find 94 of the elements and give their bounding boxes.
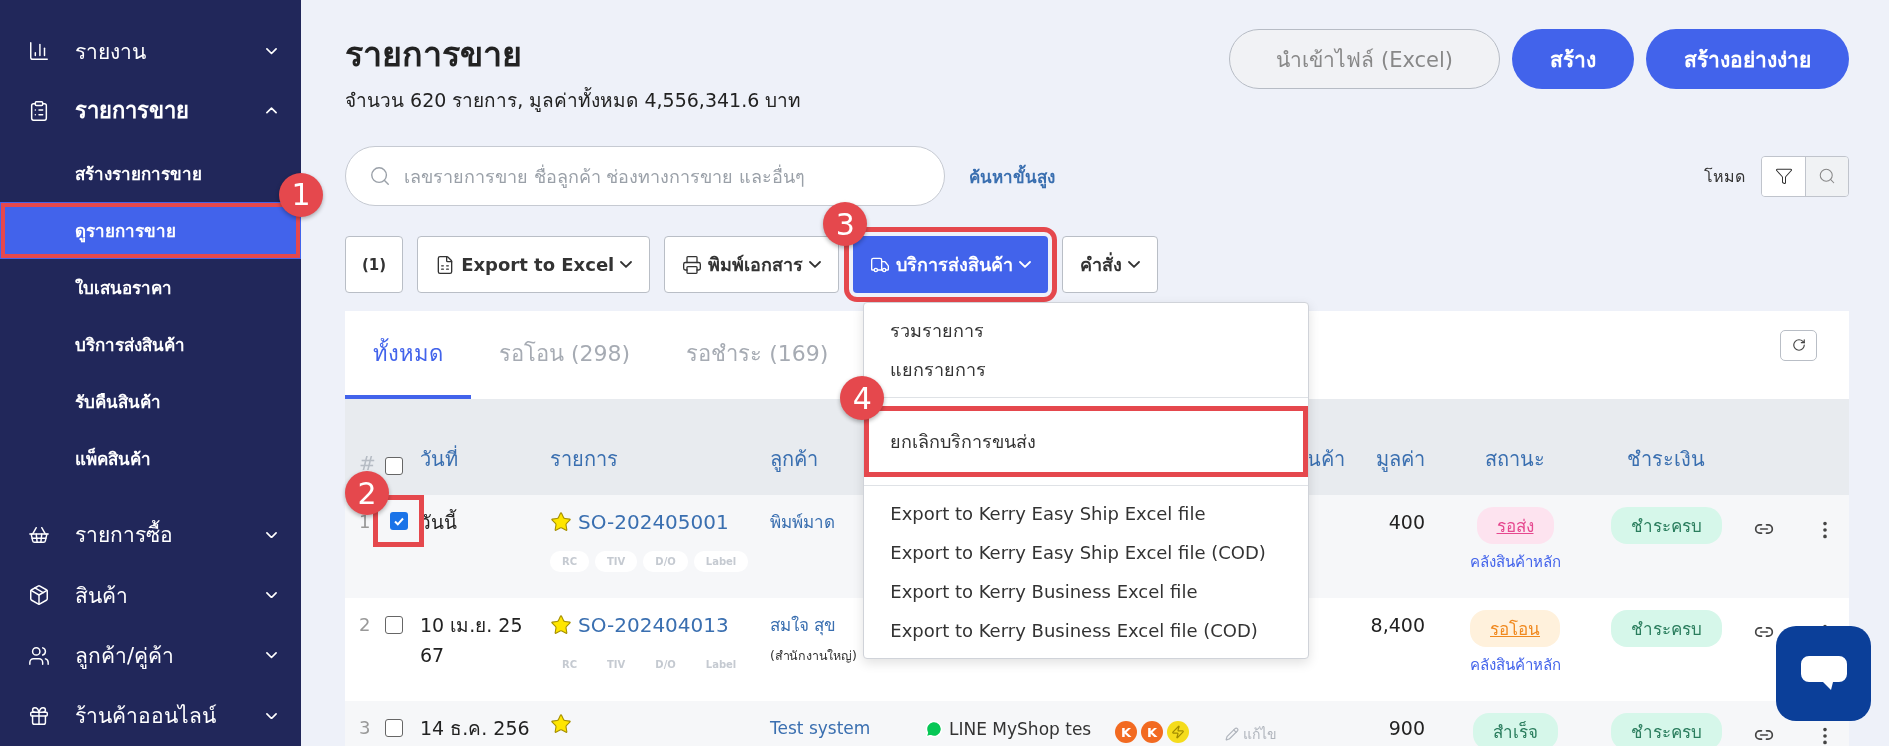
menu-item[interactable]: Export to Kerry Easy Ship Excel file — [864, 494, 1309, 533]
amount-text: 8,400 — [1370, 613, 1425, 638]
warehouse-text: คลังสินค้าหลัก — [1469, 552, 1561, 573]
column-header: สถานะ — [1485, 446, 1545, 473]
payment-badge: ชำระครบ — [1610, 713, 1722, 746]
checkbox[interactable] — [385, 719, 403, 737]
advanced-search-link[interactable]: ค้นหาขั้นสูง — [969, 162, 1055, 190]
chevron-icon — [1128, 260, 1141, 269]
pencil-icon — [1225, 727, 1239, 741]
warehouse-text: คลังสินค้าหลัก — [1469, 655, 1561, 676]
date-text: 14 ธ.ค. 256 — [420, 716, 531, 741]
star-icon[interactable] — [550, 614, 572, 636]
column-header: ลูกค้า — [770, 446, 818, 474]
checkbox[interactable] — [385, 457, 403, 475]
step-badge: 2 — [345, 471, 389, 515]
row-number: 2 — [358, 613, 371, 637]
menu-icon — [28, 99, 50, 122]
chevron-icon — [266, 652, 277, 659]
menu-item[interactable]: Export to Kerry Easy Ship Excel file (COD) — [864, 533, 1309, 572]
sidebar-subitem[interactable]: ใบเสนอราคา — [0, 258, 172, 316]
filter-button[interactable] — [1762, 156, 1805, 196]
toolbar-button[interactable]: Export to Excel — [417, 236, 651, 293]
toolbar-button[interactable]: คำสั่ง — [1062, 236, 1159, 293]
amount-text: 900 — [1388, 716, 1425, 741]
import-button[interactable]: นำเข้าไฟล์ (Excel) — [1229, 29, 1500, 89]
refresh-button[interactable] — [1780, 329, 1817, 361]
refresh-icon — [1791, 338, 1806, 352]
checkmark-icon — [392, 515, 405, 527]
menu-icon — [28, 584, 50, 607]
sidebar-item[interactable]: รายการซื้อ — [0, 504, 301, 566]
column-header: รายการ — [550, 446, 618, 473]
create-button[interactable]: สร้าง — [1512, 29, 1634, 89]
menu-icon — [28, 644, 50, 667]
sidebar-item[interactable]: รายการขาย — [0, 76, 301, 145]
sidebar-subitem[interactable]: รับคืนสินค้า — [0, 372, 161, 430]
filter-icon — [1774, 167, 1793, 185]
row-number: 3 — [358, 716, 371, 740]
menu-item[interactable]: รวมรายการ — [864, 311, 1309, 350]
chevron-icon — [620, 260, 633, 269]
customer-link[interactable]: Test system — [770, 713, 871, 743]
column-header: นค้า — [1307, 446, 1345, 473]
order-link[interactable]: SO-202405001 — [578, 507, 729, 537]
column-header: มูลค่า — [1376, 446, 1425, 474]
menu-item[interactable]: Export to Kerry Business Excel file — [864, 572, 1309, 611]
chat-app-icon — [925, 720, 943, 738]
sidebar-subitem[interactable]: สร้างรายการขาย — [0, 144, 202, 202]
star-icon[interactable] — [550, 511, 572, 533]
chevron-icon — [266, 591, 277, 599]
summary-text: จำนวน 620 รายการ, มูลค่าทั้งหมด 4,556,341.6 บาท — [345, 87, 802, 113]
order-link[interactable]: SO-202404013 — [578, 610, 729, 640]
toolbar-button[interactable]: พิมพ์เอกสาร — [664, 236, 840, 293]
carrier-logo: K — [1115, 721, 1137, 743]
search-field[interactable]: เลขรายการขาย ชื่อลูกค้า ช่องทางการขาย และอื่นๆ — [345, 146, 945, 206]
chevron-icon — [266, 107, 277, 114]
page-title: รายการขาย — [345, 33, 523, 75]
branch-text: (สำนักงานใหญ่) — [770, 647, 857, 665]
chevron-icon — [266, 48, 277, 55]
customer-link[interactable]: สมใจ สุข — [770, 610, 837, 640]
chat-button[interactable] — [1776, 626, 1871, 721]
checkbox[interactable] — [389, 512, 408, 530]
star-icon[interactable] — [550, 713, 572, 735]
status-badge[interactable]: รอส่ง — [1476, 507, 1554, 544]
column-header: ชำระเงิน — [1627, 446, 1705, 473]
chevron-icon — [266, 531, 277, 539]
carrier-logo: K — [1141, 721, 1163, 743]
channel-name: LINE MyShop tes — [949, 719, 1092, 739]
checkbox[interactable] — [385, 616, 403, 634]
printer-icon — [682, 254, 703, 275]
search-icon — [1818, 167, 1836, 185]
status-badge[interactable]: สำเร็จ — [1472, 713, 1558, 746]
amount-text: 400 — [1388, 510, 1425, 535]
chevron-icon — [809, 260, 822, 269]
mode-label: โหมด — [1704, 165, 1745, 188]
customer-link[interactable]: พิมพ์มาด — [770, 507, 835, 537]
menu-icon — [28, 704, 50, 727]
sidebar-subitem[interactable]: บริการส่งสินค้า — [0, 315, 185, 373]
create-button[interactable]: สร้างอย่างง่าย — [1646, 29, 1849, 89]
column-header: วันที่ — [420, 444, 458, 473]
date-text: วันนี้ — [420, 508, 458, 535]
menu-item[interactable]: Export to Kerry Business Excel file (COD) — [864, 611, 1309, 650]
sidebar-item[interactable]: รายงาน — [0, 26, 301, 77]
sidebar-subitem[interactable]: แพ็คสินค้า — [0, 429, 151, 487]
payment-badge: ชำระครบ — [1610, 507, 1722, 544]
sidebar-item[interactable]: ลูกค้า/คู่ค้า — [0, 625, 301, 686]
menu-icon — [28, 40, 50, 63]
chevron-icon — [1019, 260, 1032, 269]
toolbar-button[interactable]: (1) — [345, 236, 404, 293]
chevron-icon — [266, 712, 277, 720]
sidebar-item[interactable]: ร้านค้าออนไลน์ — [0, 685, 301, 746]
step-badge: 1 — [279, 172, 323, 217]
search-icon — [369, 165, 391, 187]
payment-badge: ชำระครบ — [1610, 610, 1722, 647]
date-text: 10 เม.ย. 2567 — [420, 613, 524, 668]
sidebar-item[interactable]: สินค้า — [0, 565, 301, 626]
